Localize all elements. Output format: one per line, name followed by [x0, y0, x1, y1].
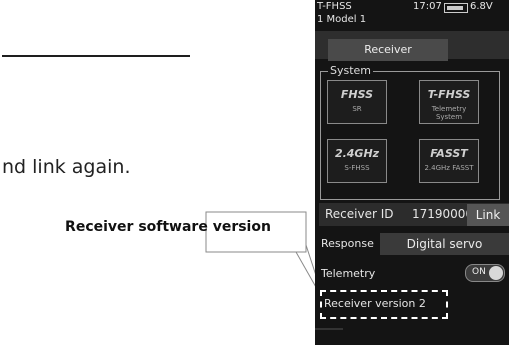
- telemetry-state: ON: [472, 267, 486, 277]
- receiver-id-label: Receiver ID: [325, 207, 394, 221]
- response-select[interactable]: Digital servo: [380, 233, 509, 255]
- s-fhss-logo-icon: 2.4GHz: [334, 147, 380, 160]
- transmitter-screen: T-FHSS 17:07 6.8V 1 Model 1 Receiver Sys…: [315, 0, 509, 345]
- system-option-fhss-sr[interactable]: FHSS SR: [327, 80, 387, 124]
- fhss-sr-logo-icon: FHSS: [340, 88, 374, 101]
- model-name: 1 Model 1: [317, 14, 367, 25]
- system-option-fasst[interactable]: FASST 2.4GHz FASST: [419, 139, 479, 183]
- telemetry-toggle[interactable]: ON: [465, 264, 505, 282]
- voltage: 6.8V: [470, 1, 493, 12]
- toggle-knob: [489, 266, 503, 280]
- response-label: Response: [321, 237, 374, 250]
- system-group-title: System: [328, 64, 374, 77]
- fasst-logo-icon: FASST: [430, 147, 468, 160]
- link-button[interactable]: Link: [467, 204, 509, 226]
- t-fhss-logo-icon: T-FHSS: [427, 88, 471, 101]
- clock: 17:07: [413, 1, 442, 12]
- system-option-s-fhss[interactable]: 2.4GHz S-FHSS: [327, 139, 387, 183]
- system-name: T-FHSS: [317, 1, 352, 12]
- callout-label: Receiver software version: [65, 219, 271, 235]
- tab-receiver[interactable]: Receiver: [328, 39, 448, 61]
- bottom-divider: [315, 328, 343, 330]
- status-bar: T-FHSS 17:07 6.8V: [317, 1, 505, 15]
- battery-icon: [444, 3, 468, 13]
- telemetry-label: Telemetry: [321, 267, 376, 280]
- highlight-box: [320, 290, 448, 319]
- system-option-t-fhss[interactable]: T-FHSS Telemetry System: [419, 80, 479, 124]
